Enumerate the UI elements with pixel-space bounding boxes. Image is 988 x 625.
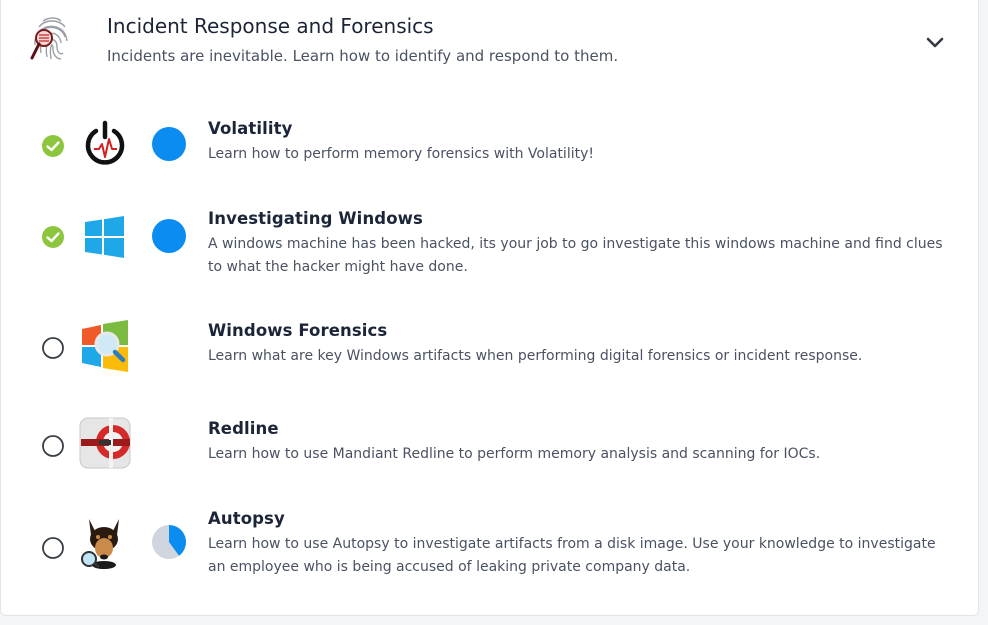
room-title[interactable]: Investigating Windows bbox=[208, 209, 423, 228]
redline-logo-icon bbox=[79, 417, 131, 469]
progress-circle bbox=[150, 523, 188, 561]
autopsy-dog-icon bbox=[79, 517, 131, 569]
chevron-down-icon[interactable] bbox=[923, 30, 947, 54]
room-title[interactable]: Redline bbox=[208, 419, 279, 438]
room-item-investigating-windows[interactable]: Investigating Windows A windows machine … bbox=[1, 203, 980, 283]
room-description: Learn what are key Windows artifacts whe… bbox=[208, 348, 863, 364]
room-item-windows-forensics[interactable]: Windows Forensics Learn what are key Win… bbox=[1, 315, 980, 385]
progress-circle bbox=[150, 217, 188, 255]
volatility-power-icon bbox=[79, 119, 131, 171]
module-card: Incident Response and Forensics Incident… bbox=[0, 0, 979, 616]
room-description: Learn how to perform memory forensics wi… bbox=[208, 146, 594, 162]
completed-check-icon bbox=[41, 134, 65, 158]
not-started-circle-icon bbox=[41, 434, 65, 458]
room-description: A windows machine has been hacked, its y… bbox=[208, 236, 943, 275]
module-header[interactable]: Incident Response and Forensics Incident… bbox=[1, 0, 980, 75]
room-item-redline[interactable]: Redline Learn how to use Mandiant Redlin… bbox=[1, 413, 980, 483]
not-started-circle-icon bbox=[41, 336, 65, 360]
completed-check-icon bbox=[41, 225, 65, 249]
room-item-volatility[interactable]: Volatility Learn how to perform memory f… bbox=[1, 113, 980, 185]
room-item-autopsy[interactable]: Autopsy Learn how to use Autopsy to inve… bbox=[1, 503, 980, 583]
room-title[interactable]: Volatility bbox=[208, 119, 293, 138]
not-started-circle-icon bbox=[41, 536, 65, 560]
fingerprint-magnifier-icon bbox=[27, 13, 71, 65]
room-title[interactable]: Windows Forensics bbox=[208, 321, 387, 340]
room-description: Learn how to use Mandiant Redline to per… bbox=[208, 446, 821, 462]
windows-magnifier-icon bbox=[79, 320, 131, 372]
progress-circle bbox=[150, 125, 188, 163]
windows-logo-icon bbox=[79, 212, 131, 264]
module-subtitle: Incidents are inevitable. Learn how to i… bbox=[107, 47, 619, 65]
room-title[interactable]: Autopsy bbox=[208, 509, 285, 528]
module-title: Incident Response and Forensics bbox=[107, 14, 434, 38]
room-description: Learn how to use Autopsy to investigate … bbox=[208, 536, 936, 575]
